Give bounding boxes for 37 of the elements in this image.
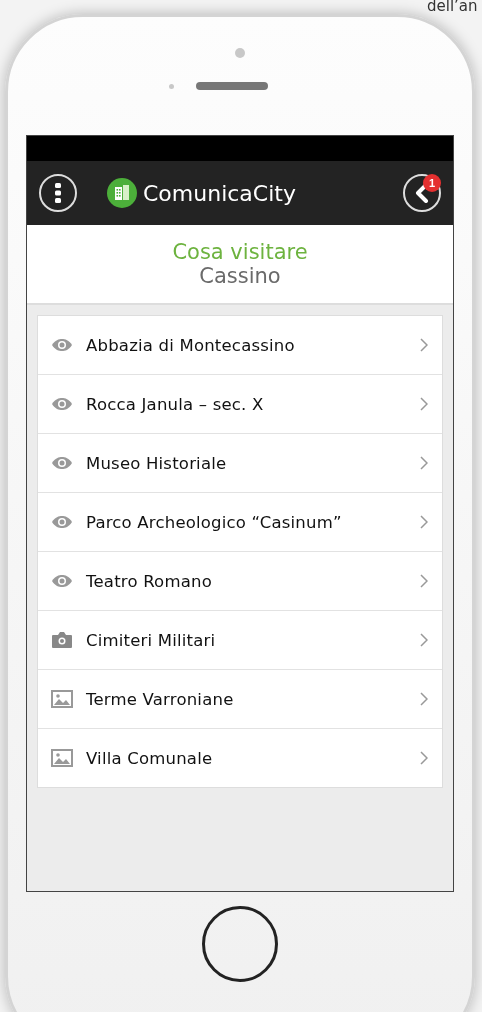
chevron-right-icon [420,751,428,765]
chevron-right-icon [420,338,428,352]
back-button[interactable]: 1 [403,174,441,212]
chevron-right-icon [420,574,428,588]
item-label: Teatro Romano [86,571,213,591]
home-button[interactable] [202,906,278,982]
item-label: Cimiteri Militari [86,630,217,650]
item-label: Villa Comunale [86,748,214,768]
list-item[interactable]: Museo Historiale [38,433,442,492]
list-item[interactable]: Parco Archeologico “Casinum” [38,492,442,551]
camera-lens [235,48,245,58]
page-title: Cosa visitare [172,240,308,264]
menu-button[interactable] [39,174,77,212]
list-item[interactable]: Villa Comunale [38,728,442,787]
page-subtitle: Cassino [199,264,281,288]
logo-icon [107,178,137,208]
chevron-right-icon [420,633,428,647]
list-item[interactable]: Rocca Janula – sec. X [38,374,442,433]
list-item[interactable]: Abbazia di Montecassino [38,316,442,374]
notification-badge: 1 [423,174,441,192]
background-text: dell’an [427,0,478,15]
list-item[interactable]: Teatro Romano [38,551,442,610]
chevron-right-icon [420,456,428,470]
item-label: Abbazia di Montecassino [86,335,296,355]
menu-icon [55,183,61,203]
chevron-right-icon [420,397,428,411]
chevron-right-icon [420,515,428,529]
item-label: Museo Historiale [86,453,228,473]
chevron-right-icon [420,692,428,706]
list-item[interactable]: Cimiteri Militari [38,610,442,669]
list-item[interactable]: Terme Varroniane [38,669,442,728]
item-label: Terme Varroniane [86,689,235,709]
back-chevron-icon [415,183,429,203]
item-label: Parco Archeologico “Casinum” [86,512,343,532]
sensor-dot [168,83,174,89]
app-name: ComunicaCity [143,180,296,206]
item-label: Rocca Janula – sec. X [86,394,265,414]
